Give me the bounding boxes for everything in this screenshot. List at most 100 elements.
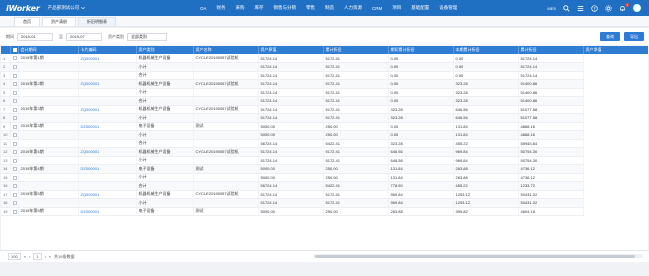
tab-home[interactable]: 首页 [14, 17, 40, 26]
table-row[interactable]: 3 合计 51724.14 5172.41 0.00 0.00 51724.14 [1, 71, 648, 80]
row-select[interactable] [10, 54, 19, 63]
checkbox-icon[interactable] [12, 141, 17, 146]
table-cell[interactable]: ZQ000001 [78, 79, 137, 89]
nav-item-hr[interactable]: 人力资源 [344, 5, 362, 11]
row-select[interactable] [10, 62, 19, 72]
nav-item-oa[interactable]: OA [200, 6, 207, 11]
checkbox-icon[interactable] [12, 48, 17, 53]
checkbox-icon[interactable] [12, 184, 17, 189]
checkbox-icon[interactable] [12, 56, 17, 61]
header-col[interactable]: 累计折旧 [323, 46, 389, 54]
app-logo[interactable]: iWorker [6, 4, 40, 13]
nav-item-retail[interactable]: 零售 [306, 5, 315, 11]
page-size-select[interactable]: 100 [8, 253, 21, 260]
row-select[interactable] [10, 79, 19, 89]
row-select[interactable] [10, 190, 19, 199]
settings-icon[interactable] [605, 4, 612, 12]
notification-button[interactable]: 1 [619, 2, 629, 12]
table-row[interactable]: 19 2019年第5期 DZ000001 电子设备 测试 5000.00 250.00 263… [1, 207, 648, 216]
table-row[interactable]: 15 小计 5000.00 250.00 131.84 263.88 4736.12 [1, 173, 648, 182]
table-cell[interactable]: ZQ000001 [78, 54, 137, 63]
header-col[interactable]: 期初累计折旧 [388, 46, 454, 54]
nav-item-inventory[interactable]: 库存 [255, 5, 264, 11]
checkbox-icon[interactable] [12, 124, 17, 129]
tab-depreciation-detail[interactable]: 折旧明细表 [78, 17, 116, 26]
row-select[interactable] [10, 181, 19, 191]
first-page-button[interactable]: « [24, 254, 26, 259]
header-col[interactable]: 累计折旧 [518, 46, 584, 54]
checkbox-icon[interactable] [12, 167, 17, 172]
checkbox-icon[interactable] [12, 209, 17, 214]
checkbox-icon[interactable] [12, 175, 17, 180]
horizontal-scrollbar[interactable] [313, 254, 643, 258]
checkbox-icon[interactable] [12, 73, 17, 78]
row-select[interactable] [10, 71, 19, 80]
header-col[interactable]: 会计期间 [18, 46, 79, 54]
table-cell[interactable]: ZQ000001 [78, 190, 137, 199]
table-row[interactable]: 5 小计 51724.14 5172.41 0.00 323.28 51400.86 [1, 88, 648, 97]
menu-icon[interactable] [577, 5, 584, 12]
row-select[interactable] [10, 173, 19, 182]
search-icon[interactable] [563, 4, 570, 12]
row-select[interactable] [10, 113, 19, 123]
nav-item-purchase[interactable]: 采购 [236, 5, 245, 11]
checkbox-icon[interactable] [12, 150, 17, 155]
header-col[interactable]: 本期累计折旧 [453, 46, 519, 54]
table-cell[interactable]: DZ000001 [78, 164, 137, 174]
nav-item-config[interactable]: 基础配置 [411, 5, 429, 11]
nav-item-sales[interactable]: 销售与分销 [274, 5, 297, 11]
table-row[interactable]: 4 2019年第2期 ZQ000001 机器机械生产设备 CYCLE20190057试验… [1, 79, 648, 89]
header-col[interactable]: 资产原值 [258, 46, 324, 54]
period-to-input[interactable]: 2019-07 [66, 32, 102, 41]
table-row[interactable]: 7 2019年第3期 ZQ000001 机器机械生产设备 CYCLE20190057试验… [1, 105, 648, 114]
table-row[interactable]: 2 小计 51724.14 5172.41 0.00 0.00 51724.14 [1, 62, 648, 72]
table-cell[interactable]: DZ000001 [78, 122, 137, 131]
table-cell[interactable]: ZQ000001 [78, 105, 137, 114]
company-selector[interactable]: 产品部测试公司 [48, 5, 86, 11]
checkbox-icon[interactable] [12, 90, 17, 95]
table-row[interactable]: 17 2019年第5期 ZQ000001 机器机械生产设备 CYCLE20190057试… [1, 190, 648, 199]
nav-item-equipment[interactable]: 设备管理 [439, 5, 457, 11]
checkbox-icon[interactable] [12, 201, 17, 206]
prev-page-button[interactable]: ‹ [29, 254, 30, 259]
checkbox-icon[interactable] [12, 192, 17, 197]
table-cell[interactable]: ZQ000001 [78, 147, 137, 157]
table-row[interactable]: 11 合计 56724.14 5422.41 323.28 455.22 55945.64 [1, 139, 648, 148]
table-row[interactable]: 18 小计 51724.14 5172.41 969.84 1293.12 50431.02 [1, 198, 648, 208]
next-page-button[interactable]: › [45, 254, 46, 259]
row-select[interactable] [10, 164, 19, 174]
table-row[interactable]: 8 小计 51724.14 5172.41 323.28 646.56 51077.58 [1, 113, 648, 123]
row-select[interactable] [10, 130, 19, 140]
checkbox-icon[interactable] [12, 158, 17, 163]
nav-item-manufacture[interactable]: 制造 [325, 5, 334, 11]
table-cell[interactable]: DZ000001 [78, 207, 137, 216]
row-select[interactable] [10, 105, 19, 114]
scrollbar-thumb[interactable] [315, 254, 635, 258]
header-col[interactable]: 资产类别 [136, 46, 194, 54]
checkbox-icon[interactable] [12, 107, 17, 112]
checkbox-icon[interactable] [12, 116, 17, 121]
header-col[interactable]: 卡片编码 [78, 46, 137, 54]
row-select[interactable] [10, 139, 19, 148]
query-button[interactable]: 查询 [600, 32, 620, 41]
export-button[interactable]: 导出 [624, 32, 644, 41]
nav-item-crm[interactable]: CRM [372, 6, 382, 11]
avatar[interactable] [633, 4, 641, 12]
row-select[interactable] [10, 156, 19, 165]
table-row[interactable]: 1 2019年第1期 ZQ000001 机器机械生产设备 CYCLE20190057试验… [1, 54, 648, 63]
row-select[interactable] [10, 122, 19, 131]
table-row[interactable]: 16 合计 56724.14 5422.41 778.50 455.22 1233.72 [1, 181, 648, 191]
checkbox-icon[interactable] [12, 133, 17, 138]
row-select[interactable] [10, 88, 19, 97]
asset-type-select[interactable]: 全部类别 [127, 32, 167, 41]
row-select[interactable] [10, 147, 19, 157]
nav-item-project[interactable]: 项目 [392, 5, 401, 11]
row-select[interactable] [10, 96, 19, 106]
table-row[interactable]: 9 2019年第3期 DZ000001 电子设备 测试 5000.00 250.00 0.00… [1, 122, 648, 131]
header-col[interactable]: 资产名称 [193, 46, 259, 54]
table-row[interactable]: 13 小计 51724.14 5172.41 646.56 969.84 50754.30 [1, 156, 648, 165]
table-row[interactable]: 6 合计 51724.14 5172.41 0.00 323.28 51400.86 [1, 96, 648, 106]
page-number-input[interactable]: 1 [33, 253, 42, 260]
last-page-button[interactable]: » [49, 254, 51, 259]
tab-asset-list[interactable]: 资产清册 [42, 17, 76, 26]
